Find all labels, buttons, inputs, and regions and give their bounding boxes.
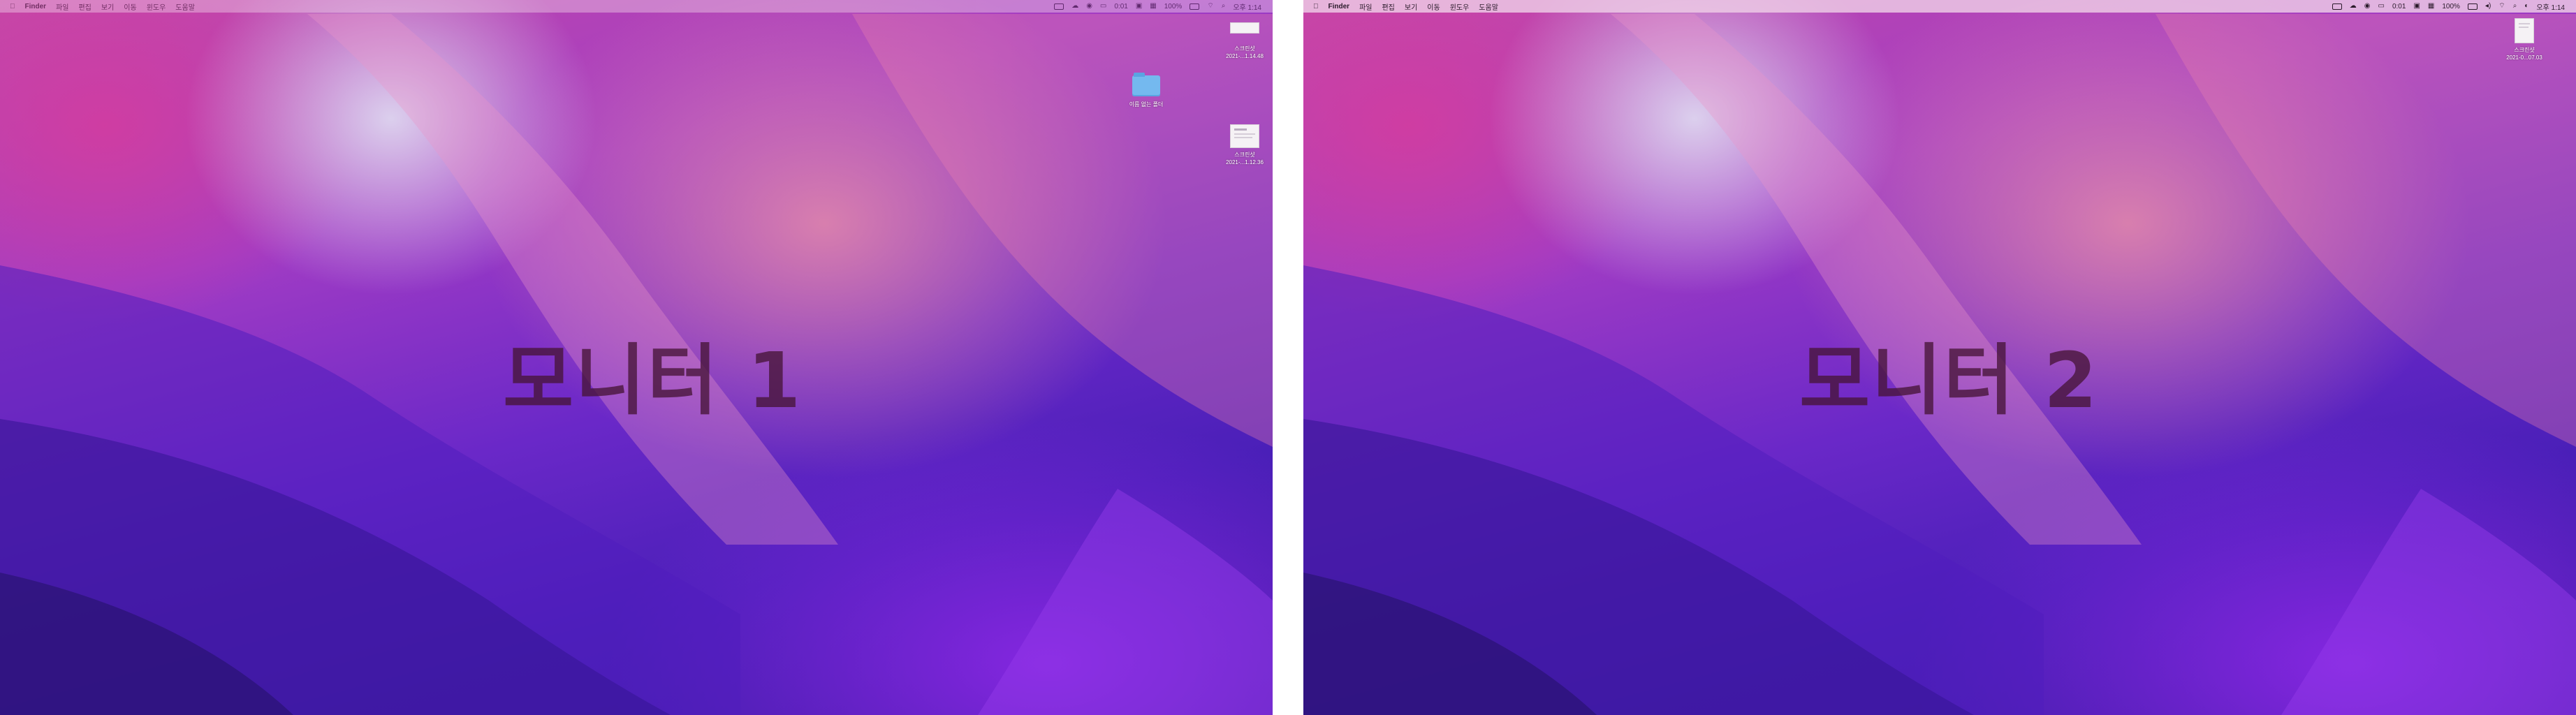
menu-view[interactable]: 보기 [1405,1,1417,12]
menu-go[interactable]: 이동 [124,1,136,12]
apple-menu-icon[interactable]:  [10,3,15,10]
screenshot-thumbnail [1230,22,1259,34]
menu-go[interactable]: 이동 [1427,1,1440,12]
clock[interactable]: 오후 1:14 [1233,1,1261,12]
file-name: 스크린샷 [1234,152,1255,158]
screenshot-thumbnail [1230,124,1259,148]
monitor-label: 모니터 1 [503,336,803,425]
monitor-1-desktop:  Finder 파일 편집 보기 이동 윈도우 도움말 ☁ ◉ ▭ 0:01 … [0,0,1273,715]
file-name: 스크린샷 [1234,45,1255,52]
apple-menu-icon[interactable]:  [1313,3,1319,10]
file-date: 2021-...1.12.36 [1226,159,1264,165]
folder-name: 이름 없는 폴더 [1129,101,1164,108]
volume-icon[interactable]: ◂) [2485,3,2491,10]
menu-app-finder[interactable]: Finder [25,3,47,10]
monitor-label: 모니터 2 [1799,336,2099,425]
battery-percent[interactable]: 100% [2442,3,2460,10]
search-icon[interactable]: ⌕ [1222,3,1226,10]
grid-icon[interactable]: ▦ [1150,3,1156,10]
record-icon[interactable]: ◉ [2364,3,2371,10]
timer-text[interactable]: 0:01 [2392,3,2406,10]
battery-percent[interactable]: 100% [1164,3,1183,10]
display-icon[interactable] [2332,3,2342,10]
menu-view[interactable]: 보기 [101,1,114,12]
search-icon[interactable]: ⌕ [2513,3,2517,10]
display-icon[interactable] [1054,3,1064,10]
clock[interactable]: 오후 1:14 [2536,1,2565,12]
document-thumbnail [2515,18,2534,43]
menu-edit[interactable]: 편집 [1382,1,1394,12]
battery-icon[interactable] [1190,3,1200,10]
menu-edit[interactable]: 편집 [78,1,91,12]
box-icon[interactable]: ▣ [2413,3,2420,10]
cloud-icon[interactable]: ☁ [1071,3,1078,10]
file-name: 스크린샷 [2514,47,2535,53]
menu-bar:  Finder 파일 편집 보기 이동 윈도우 도움말 ☁ ◉ ▭ 0:01 … [0,0,1273,13]
screen-icon[interactable]: ▭ [2378,3,2385,10]
folder-icon [1132,73,1160,96]
desktop-document[interactable]: 스크린샷 2021-0...07.03 [2496,18,2552,61]
control-center-icon[interactable]: ◐ [2524,3,2529,10]
wifi-icon[interactable]: ⌔ [1207,3,1213,10]
box-icon[interactable]: ▣ [1136,3,1142,10]
cloud-icon[interactable]: ☁ [2350,3,2357,10]
menu-help[interactable]: 도움말 [1479,1,1498,12]
record-icon[interactable]: ◉ [1086,3,1092,10]
menu-window[interactable]: 윈도우 [147,1,166,12]
menu-app-finder[interactable]: Finder [1329,3,1350,10]
timer-text[interactable]: 0:01 [1114,3,1127,10]
battery-icon[interactable] [2467,3,2478,10]
wifi-icon[interactable]: ⌔ [2498,3,2505,10]
menu-window[interactable]: 윈도우 [1450,1,1470,12]
file-date: 2021-0...07.03 [2506,54,2542,61]
monitor-divider [1273,0,1303,715]
file-date: 2021-...1.14.48 [1226,53,1264,59]
menu-file[interactable]: 파일 [56,1,68,12]
menu-help[interactable]: 도움말 [175,1,195,12]
desktop-folder[interactable]: 이름 없는 폴더 [1118,73,1174,108]
screen-icon[interactable]: ▭ [1100,3,1106,10]
menu-bar:  Finder 파일 편집 보기 이동 윈도우 도움말 ☁ ◉ ▭ 0:01 … [1303,0,2576,13]
menu-file[interactable]: 파일 [1359,1,1372,12]
desktop-screenshot-1[interactable]: 스크린샷 2021-...1.14.48 [1217,22,1273,60]
grid-icon[interactable]: ▦ [2428,3,2434,10]
monitor-2-desktop:  Finder 파일 편집 보기 이동 윈도우 도움말 ☁ ◉ ▭ 0:01 … [1303,0,2576,715]
desktop-screenshot-2[interactable]: 스크린샷 2021-...1.12.36 [1217,124,1273,166]
